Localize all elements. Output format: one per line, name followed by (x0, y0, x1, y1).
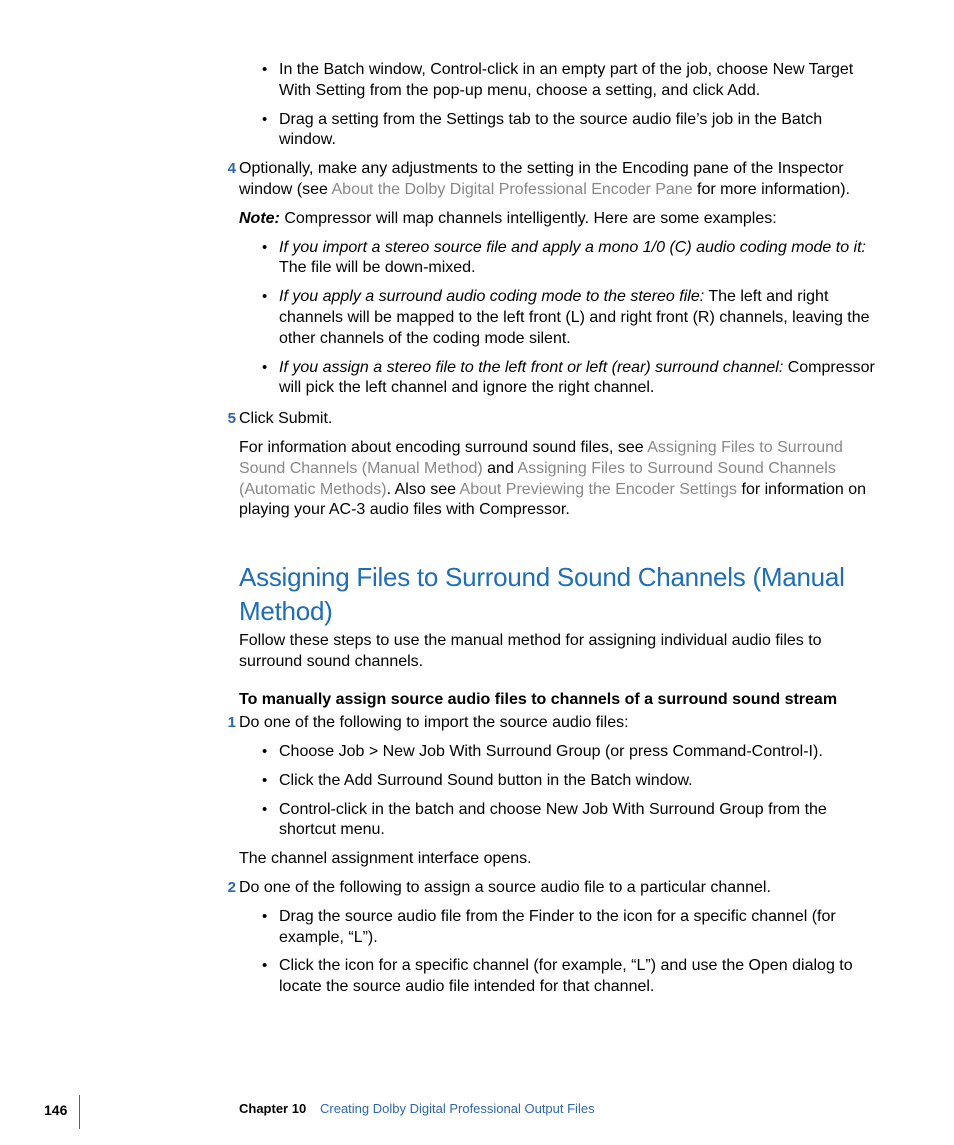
list-item: • If you assign a stereo file to the lef… (259, 358, 877, 400)
note-text: Compressor will map channels intelligent… (280, 210, 777, 227)
note-line: Note: Compressor will map channels intel… (239, 209, 877, 230)
list-item: • Click the icon for a specific channel … (259, 956, 877, 998)
bullet-icon: • (262, 287, 267, 307)
list-text: In the Batch window, Control-click in an… (279, 61, 853, 99)
step-text: Do one of the following to assign a sour… (239, 878, 877, 899)
section-heading: Assigning Files to Surround Sound Channe… (239, 561, 877, 629)
body-content: • In the Batch window, Control-click in … (239, 60, 877, 1006)
bullet-icon: • (262, 358, 267, 378)
example-lead: If you import a stereo source file and a… (279, 239, 866, 256)
list-text: Click the Add Surround Sound button in t… (279, 772, 693, 789)
bullet-icon: • (262, 907, 267, 927)
list-text: Choose Job > New Job With Surround Group… (279, 743, 823, 760)
step-text: Click Submit. (239, 409, 877, 430)
page-footer: 146 Chapter 10 Creating Dolby Digital Pr… (0, 1083, 954, 1145)
examples-list: • If you import a stereo source file and… (259, 238, 877, 400)
step-bullets: • Choose Job > New Job With Surround Gro… (259, 742, 877, 841)
list-item: • Drag the source audio file from the Fi… (259, 907, 877, 949)
step-number: 4 (218, 159, 236, 179)
step-para: For information about encoding surround … (239, 438, 877, 521)
bullet-icon: • (262, 771, 267, 791)
list-item: • If you apply a surround audio coding m… (259, 287, 877, 349)
text: . Also see (387, 481, 460, 498)
text: For information about encoding surround … (239, 439, 647, 456)
list-text: Control-click in the batch and choose Ne… (279, 801, 827, 839)
step-4: 4 Optionally, make any adjustments to th… (239, 159, 877, 399)
step-5: 5 Click Submit. For information about en… (239, 409, 877, 521)
step-number: 5 (218, 409, 236, 429)
step-number: 1 (218, 713, 236, 733)
link-encoder-pane[interactable]: About the Dolby Digital Professional Enc… (332, 181, 693, 198)
note-label: Note: (239, 210, 280, 227)
step-text: Do one of the following to import the so… (239, 713, 877, 734)
list-item: • Drag a setting from the Settings tab t… (259, 110, 877, 152)
list-text: Drag a setting from the Settings tab to … (279, 111, 822, 149)
bullet-icon: • (262, 956, 267, 976)
list-item: • Choose Job > New Job With Surround Gro… (259, 742, 877, 763)
text: for more information). (693, 181, 850, 198)
bullet-icon: • (262, 60, 267, 80)
page-number: 146 (44, 1101, 67, 1119)
bullet-icon: • (262, 110, 267, 130)
continuation-bullets: • In the Batch window, Control-click in … (259, 60, 877, 151)
example-rest: The file will be down-mixed. (279, 259, 476, 276)
list-item: • In the Batch window, Control-click in … (259, 60, 877, 102)
step-bullets: • Drag the source audio file from the Fi… (259, 907, 877, 998)
task-step-2: 2 Do one of the following to assign a so… (239, 878, 877, 998)
chapter-title: Creating Dolby Digital Professional Outp… (320, 1101, 595, 1118)
example-lead: If you assign a stereo file to the left … (279, 359, 783, 376)
bullet-icon: • (262, 742, 267, 762)
step-number: 2 (218, 878, 236, 898)
footer-divider (79, 1095, 80, 1129)
example-lead: If you apply a surround audio coding mod… (279, 288, 704, 305)
task-step-1: 1 Do one of the following to import the … (239, 713, 877, 870)
list-item: • Control-click in the batch and choose … (259, 800, 877, 842)
task-title: To manually assign source audio files to… (239, 690, 877, 711)
bullet-icon: • (262, 800, 267, 820)
page: • In the Batch window, Control-click in … (0, 0, 954, 1145)
step-text: Optionally, make any adjustments to the … (239, 159, 877, 201)
list-item: • Click the Add Surround Sound button in… (259, 771, 877, 792)
bullet-icon: • (262, 238, 267, 258)
list-item: • If you import a stereo source file and… (259, 238, 877, 280)
list-text: Drag the source audio file from the Find… (279, 908, 836, 946)
link-previewing-settings[interactable]: About Previewing the Encoder Settings (460, 481, 738, 498)
text: and (483, 460, 518, 477)
list-text: Click the icon for a specific channel (f… (279, 957, 853, 995)
chapter-label: Chapter 10 (239, 1101, 306, 1118)
step-after: The channel assignment interface opens. (239, 849, 877, 870)
section-intro: Follow these steps to use the manual met… (239, 631, 877, 673)
